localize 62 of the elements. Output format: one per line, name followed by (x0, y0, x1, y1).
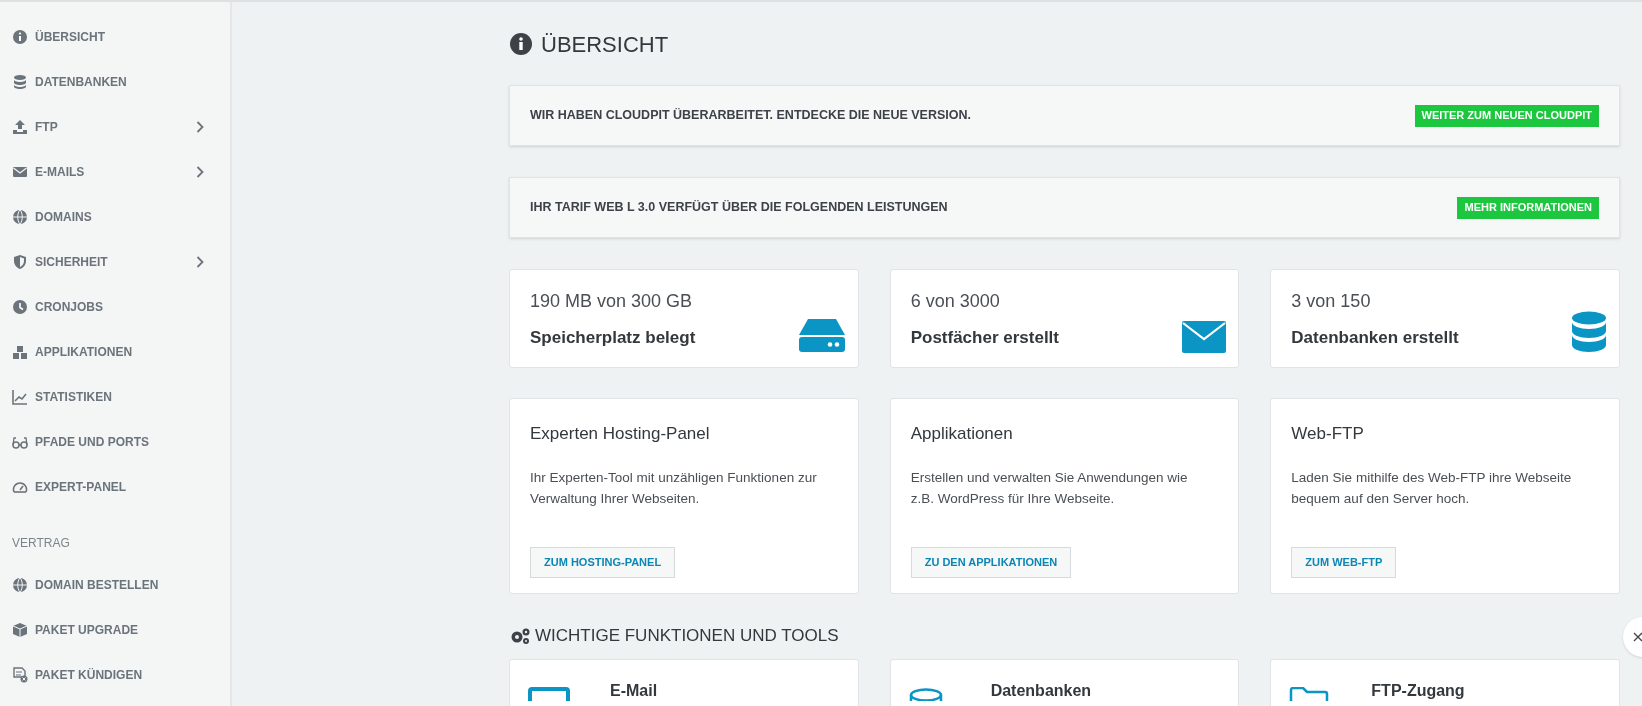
stat-label: Postfächer erstellt (910, 327, 1059, 350)
sidebar-item[interactable]: ÜBERSICHT (0, 14, 230, 59)
sidebar-item[interactable]: PFADE UND PORTS (0, 419, 230, 464)
sidebar-item[interactable]: DATENBANKEN (0, 59, 230, 104)
info-icon (12, 28, 28, 45)
chart-icon (12, 388, 28, 405)
clock-icon (12, 298, 28, 315)
monitor-icon (528, 687, 570, 701)
card-title: Web-FTP (1291, 423, 1365, 445)
sidebar-item[interactable]: PAKET UPGRADE (0, 607, 230, 652)
gears-icon (509, 627, 531, 645)
card-description: Laden Sie mithilfe des Web-FTP ihre Webseite bequem auf den Server hoch. (1291, 468, 1573, 508)
card-title: Applikationen (910, 423, 1014, 445)
stat-value: 3 von 150 (1291, 290, 1372, 314)
stat-value: 190 MB von 300 GB (530, 290, 694, 314)
chevron-right-icon (196, 165, 204, 178)
sidebar-item[interactable]: FTP (0, 104, 230, 149)
upload-icon (12, 118, 28, 135)
stat-label: Datenbanken erstellt (1291, 327, 1459, 350)
globe-icon (12, 576, 28, 593)
envelope-icon (1182, 321, 1227, 353)
sidebar-item[interactable]: DOMAINS (0, 194, 230, 239)
document-icon (12, 666, 28, 683)
stat-value: 6 von 3000 (910, 290, 1001, 314)
sidebar-item[interactable]: PAKET KÜNDIGEN (0, 652, 230, 697)
banner-text: WIR HABEN CLOUDPIT ÜBERARBEITET. ENTDECKE DIE NEUE VERSION. (530, 107, 971, 125)
card-description: Ihr Experten-Tool mit unzähligen Funktionen zur Verwaltung Ihrer Webseiten. (530, 468, 818, 508)
database-icon (12, 73, 28, 90)
tool-title: Datenbanken (990, 681, 1092, 701)
tool-title: FTP-Zugang (1371, 681, 1465, 701)
boxes-icon (12, 343, 28, 360)
banner-text: IHR TARIF WEB L 3.0 VERFÜGT ÜBER DIE FOLGENDEN LEISTUNGEN (530, 199, 948, 217)
banner-button[interactable]: MEHR INFORMATIONEN (1457, 196, 1599, 219)
card-button[interactable]: ZUM HOSTING-PANEL (530, 547, 676, 578)
page-title: ÜBERSICHT (541, 30, 669, 59)
sidebar-item[interactable]: APPLIKATIONEN (0, 329, 230, 374)
card-button[interactable]: ZU DEN APPLIKATIONEN (910, 547, 1072, 578)
shield-icon (12, 253, 28, 270)
database-icon (908, 687, 943, 701)
drive-icon (797, 317, 846, 353)
card-description: Erstellen und verwalten Sie Anwendungen wie z.B. WordPress für Ihre Webseite. (910, 468, 1189, 508)
folder-icon (1289, 687, 1330, 701)
chevron-right-icon (196, 255, 204, 268)
sidebar-item[interactable]: CRONJOBS (0, 284, 230, 329)
sidebar-item[interactable]: EXPERT-PANEL (0, 464, 230, 509)
sidebar-item[interactable]: E-MAILS (0, 149, 230, 194)
info-icon (509, 32, 533, 56)
stat-label: Speicherplatz belegt (530, 327, 696, 350)
close-icon (1633, 632, 1642, 642)
cube-icon (12, 621, 28, 638)
sidebar-item[interactable]: SICHERHEIT (0, 239, 230, 284)
section-label: VERTRAG (12, 535, 70, 552)
banner-button[interactable]: WEITER ZUM NEUEN CLOUDPIT (1414, 104, 1599, 127)
section-heading: WICHTIGE FUNKTIONEN UND TOOLS (535, 625, 839, 648)
database-icon (1571, 311, 1607, 353)
card-title: Experten Hosting-Panel (530, 423, 711, 445)
chevron-right-icon (196, 120, 204, 133)
sidebar-item[interactable]: STATISTIKEN (0, 374, 230, 419)
card-button[interactable]: ZUM WEB-FTP (1291, 547, 1397, 578)
tool-title: E-Mail (610, 681, 658, 701)
globe-icon (12, 208, 28, 225)
sidebar-item[interactable]: DOMAIN BESTELLEN (0, 562, 230, 607)
